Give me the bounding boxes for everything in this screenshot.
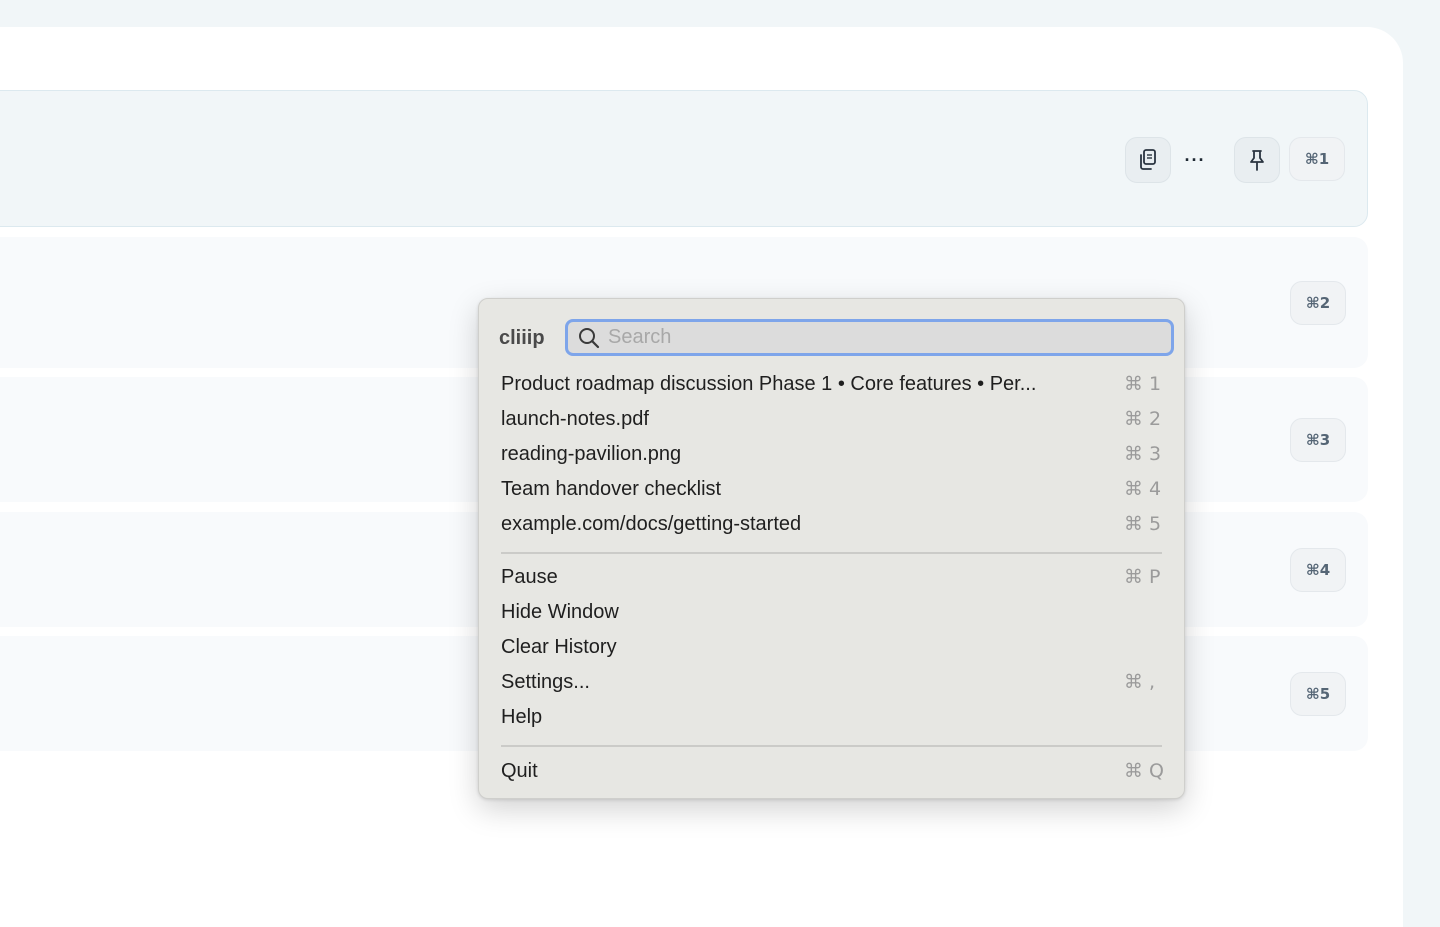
menu-item-label: Pause bbox=[501, 566, 558, 588]
pin-icon bbox=[1250, 150, 1264, 171]
menu-item-label: Quit bbox=[501, 760, 538, 782]
menu-item-label: Clear History bbox=[501, 636, 617, 658]
app-name: cliiip bbox=[499, 327, 545, 349]
shortcut-badge-3: ⌘3 bbox=[1290, 418, 1346, 462]
menu-clip-item-1[interactable]: Product roadmap discussion Phase 1 • Cor… bbox=[491, 369, 1174, 402]
search-field[interactable] bbox=[565, 319, 1174, 356]
menu-clip-item-5[interactable]: example.com/docs/getting-started ⌘ 5 bbox=[491, 509, 1174, 542]
search-input[interactable] bbox=[608, 322, 1163, 352]
copy-icon bbox=[1140, 149, 1156, 170]
menu-item-clear-history[interactable]: Clear History bbox=[491, 632, 1174, 665]
menu-item-label: Help bbox=[501, 706, 543, 728]
menu-item-shortcut: ⌘ 3 bbox=[1124, 443, 1162, 465]
search-icon bbox=[579, 328, 600, 349]
menu-item-label: Settings... bbox=[501, 671, 590, 693]
pin-button[interactable] bbox=[1234, 137, 1280, 183]
menu-item-shortcut: ⌘ 4 bbox=[1124, 478, 1162, 500]
menu-item-label: launch-notes.pdf bbox=[501, 408, 649, 430]
more-options-button[interactable]: ··· bbox=[1180, 145, 1210, 175]
menu-header: cliiip bbox=[479, 317, 1184, 357]
menu-item-label: Product roadmap discussion Phase 1 • Cor… bbox=[501, 373, 1037, 395]
shortcut-badge-5: ⌘5 bbox=[1290, 672, 1346, 716]
menu-item-pause[interactable]: Pause ⌘ P bbox=[491, 562, 1174, 595]
menu-item-shortcut: ⌘ , bbox=[1124, 671, 1156, 693]
menu-item-shortcut: ⌘ P bbox=[1124, 566, 1161, 588]
menu-clip-item-2[interactable]: launch-notes.pdf ⌘ 2 bbox=[491, 404, 1174, 437]
menu-item-label: example.com/docs/getting-started bbox=[501, 513, 802, 535]
status-bar-menu: cliiip Product roadmap discussion Phase … bbox=[478, 298, 1185, 799]
menu-item-shortcut: ⌘ 2 bbox=[1124, 408, 1162, 430]
menu-item-label: Hide Window bbox=[501, 601, 619, 623]
copy-button[interactable] bbox=[1125, 137, 1171, 183]
menu-item-hide-window[interactable]: Hide Window bbox=[491, 597, 1174, 630]
menu-clip-item-4[interactable]: Team handover checklist ⌘ 4 bbox=[491, 474, 1174, 507]
clip-row-1[interactable]: ··· ⌘1 bbox=[0, 90, 1368, 227]
menu-item-shortcut: ⌘ 5 bbox=[1124, 513, 1162, 535]
menu-item-shortcut: ⌘ Q bbox=[1124, 760, 1164, 782]
menu-item-shortcut: ⌘ 1 bbox=[1124, 373, 1162, 395]
menu-item-label: reading-pavilion.png bbox=[501, 443, 682, 465]
menu-item-settings[interactable]: Settings... ⌘ , bbox=[491, 667, 1174, 700]
shortcut-badge-1: ⌘1 bbox=[1289, 137, 1345, 181]
shortcut-badge-4: ⌘4 bbox=[1290, 548, 1346, 592]
menu-item-help[interactable]: Help bbox=[491, 702, 1174, 735]
menu-item-label: Team handover checklist bbox=[501, 478, 722, 500]
menu-item-quit[interactable]: Quit ⌘ Q bbox=[491, 756, 1174, 789]
shortcut-badge-2: ⌘2 bbox=[1290, 281, 1346, 325]
menu-separator bbox=[501, 745, 1162, 747]
menu-separator bbox=[501, 552, 1162, 554]
menu-clip-item-3[interactable]: reading-pavilion.png ⌘ 3 bbox=[491, 439, 1174, 472]
